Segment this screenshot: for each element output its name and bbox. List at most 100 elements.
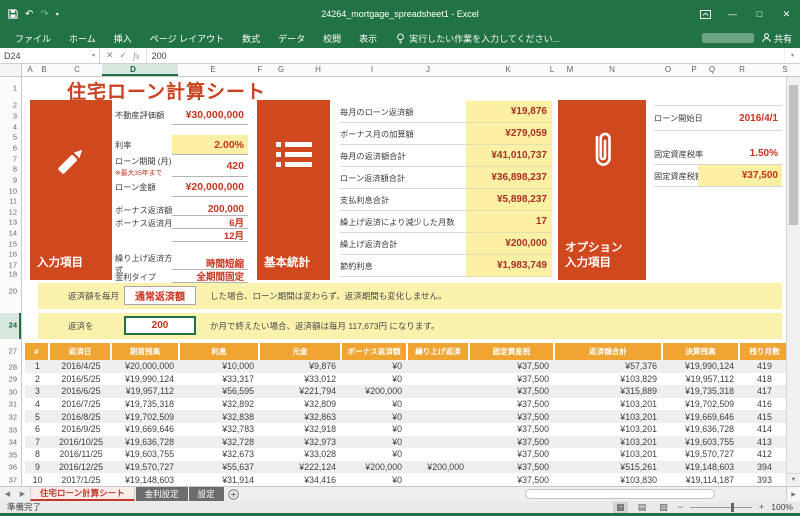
stat-value[interactable]: ¥5,898,237 bbox=[466, 189, 552, 211]
column-header-E[interactable]: E bbox=[210, 65, 215, 74]
column-header-A[interactable]: A bbox=[27, 65, 32, 74]
table-row[interactable]: 102017/1/25¥19,148,603¥31,914¥34,416¥0¥3… bbox=[25, 473, 786, 486]
column-header-D[interactable]: D bbox=[130, 65, 136, 74]
column-header-B[interactable]: B bbox=[41, 65, 46, 74]
ribbon-tab-0[interactable]: ファイル bbox=[6, 28, 60, 48]
row-header-5[interactable]: 5 bbox=[13, 133, 17, 142]
row-header-7[interactable]: 7 bbox=[13, 155, 17, 164]
ribbon-tab-4[interactable]: 数式 bbox=[233, 28, 269, 48]
stat-value[interactable]: ¥200,000 bbox=[466, 233, 552, 255]
row-header-16[interactable]: 16 bbox=[9, 250, 17, 259]
vertical-scrollbar-thumb[interactable] bbox=[789, 85, 798, 225]
cancel-formula-icon[interactable]: ✕ bbox=[106, 50, 114, 61]
row-header-8[interactable]: 8 bbox=[13, 165, 17, 174]
scroll-down-icon[interactable]: ▼ bbox=[787, 473, 800, 486]
column-header-O[interactable]: O bbox=[665, 65, 671, 74]
column-header-N[interactable]: N bbox=[609, 65, 615, 74]
stat-value[interactable]: 17 bbox=[466, 211, 552, 233]
column-header-C[interactable]: C bbox=[74, 65, 80, 74]
column-header-F[interactable]: F bbox=[258, 65, 263, 74]
close-button[interactable]: ✕ bbox=[773, 0, 800, 28]
row-header-1[interactable]: 1 bbox=[13, 84, 17, 93]
sheet-nav-left-icon[interactable]: ◀ bbox=[0, 487, 15, 501]
maximize-button[interactable]: □ bbox=[746, 0, 773, 28]
minimize-button[interactable]: — bbox=[719, 0, 746, 28]
zoom-out-button[interactable]: − bbox=[678, 502, 683, 512]
table-row[interactable]: 82016/11/25¥19,603,755¥32,673¥33,028¥0¥3… bbox=[25, 448, 786, 461]
ribbon-tab-1[interactable]: ホーム bbox=[60, 28, 105, 48]
banner-input-cell[interactable]: 通常返済額 bbox=[124, 286, 196, 305]
tell-me-box[interactable]: 実行したい作業を入力してください... bbox=[396, 32, 560, 45]
row-header-30[interactable]: 30 bbox=[9, 388, 17, 397]
enter-formula-icon[interactable]: ✓ bbox=[120, 50, 128, 61]
stat-value[interactable]: ¥36,898,237 bbox=[466, 167, 552, 189]
row-header-36[interactable]: 36 bbox=[9, 463, 17, 472]
row-header-31[interactable]: 31 bbox=[9, 400, 17, 409]
user-account[interactable] bbox=[702, 33, 754, 43]
worksheet[interactable]: 住宅ローン計算シート 入力項目 基本統計 bbox=[22, 77, 786, 486]
sheet-tab-1[interactable]: 金利設定 bbox=[136, 487, 188, 501]
page-layout-view-icon[interactable]: ▤ bbox=[635, 502, 650, 513]
row-header-29[interactable]: 29 bbox=[9, 375, 17, 384]
row-header-37[interactable]: 37 bbox=[9, 476, 17, 485]
zoom-in-button[interactable]: + bbox=[759, 502, 764, 512]
input-field-value[interactable]: 12月 bbox=[172, 229, 248, 242]
row-header-35[interactable]: 35 bbox=[9, 451, 17, 460]
scroll-right-icon[interactable]: ▶ bbox=[786, 487, 800, 501]
zoom-slider[interactable] bbox=[690, 507, 752, 508]
zoom-slider-thumb[interactable] bbox=[731, 503, 734, 512]
banner-input-cell[interactable]: 200 bbox=[124, 316, 196, 335]
ribbon-display-options-icon[interactable] bbox=[692, 0, 719, 28]
save-icon[interactable] bbox=[8, 9, 18, 19]
stat-value[interactable]: ¥19,876 bbox=[466, 101, 552, 123]
ribbon-tab-7[interactable]: 表示 bbox=[350, 28, 386, 48]
sheet-tab-0[interactable]: 住宅ローン計算シート bbox=[30, 487, 135, 501]
redo-icon[interactable]: ↷ bbox=[40, 9, 48, 20]
table-row[interactable]: 22016/5/25¥19,990,124¥33,317¥33,012¥0¥37… bbox=[25, 373, 786, 386]
row-header-10[interactable]: 10 bbox=[9, 187, 17, 196]
page-break-view-icon[interactable]: ▨ bbox=[656, 502, 671, 513]
column-header-P[interactable]: P bbox=[691, 65, 696, 74]
ribbon-tab-2[interactable]: 挿入 bbox=[105, 28, 141, 48]
table-row[interactable]: 62016/9/25¥19,669,646¥32,783¥32,918¥0¥37… bbox=[25, 423, 786, 436]
column-header-G[interactable]: G bbox=[278, 65, 284, 74]
input-field-value[interactable]: ¥30,000,000 bbox=[172, 105, 248, 125]
new-sheet-button[interactable] bbox=[225, 487, 243, 501]
row-header-4[interactable]: 4 bbox=[13, 123, 17, 132]
qat-dropdown-icon[interactable]: ▾ bbox=[56, 11, 59, 18]
table-row[interactable]: 12016/4/25¥20,000,000¥10,000¥9,876¥0¥37,… bbox=[25, 360, 786, 373]
row-header-17[interactable]: 17 bbox=[9, 261, 17, 270]
row-header-11[interactable]: 11 bbox=[9, 197, 17, 206]
vertical-scrollbar[interactable]: ▼ bbox=[786, 77, 800, 486]
ribbon-tab-6[interactable]: 校閲 bbox=[314, 28, 350, 48]
row-header-20[interactable]: 20 bbox=[9, 287, 17, 296]
option-value[interactable]: ¥37,500 bbox=[698, 165, 782, 187]
column-header-Q[interactable]: Q bbox=[709, 65, 715, 74]
column-headers[interactable]: ABCDEFGHIJKLMNOPQRS bbox=[0, 64, 800, 77]
row-header-33[interactable]: 33 bbox=[9, 426, 17, 435]
input-field-value[interactable]: 全期間固定 bbox=[172, 270, 248, 283]
formula-input[interactable]: 200 bbox=[147, 48, 784, 63]
column-header-L[interactable]: L bbox=[550, 65, 554, 74]
undo-icon[interactable]: ↶ bbox=[25, 9, 33, 20]
table-row[interactable]: 72016/10/25¥19,636,728¥32,728¥32,973¥0¥3… bbox=[25, 436, 786, 449]
row-header-12[interactable]: 12 bbox=[9, 208, 17, 217]
insert-function-icon[interactable]: fx bbox=[133, 51, 140, 61]
row-header-6[interactable]: 6 bbox=[13, 144, 17, 153]
input-field-value[interactable]: 2.00% bbox=[172, 135, 248, 155]
table-row[interactable]: 52016/8/25¥19,702,509¥32,838¥32,863¥0¥37… bbox=[25, 410, 786, 423]
row-header-24[interactable]: 24 bbox=[9, 321, 17, 330]
row-header-27[interactable]: 27 bbox=[9, 347, 17, 356]
option-value[interactable]: 1.50% bbox=[698, 143, 782, 165]
horizontal-scrollbar[interactable] bbox=[243, 487, 786, 501]
row-header-13[interactable]: 13 bbox=[9, 218, 17, 227]
column-header-I[interactable]: I bbox=[371, 65, 373, 74]
row-header-32[interactable]: 32 bbox=[9, 413, 17, 422]
row-header-18[interactable]: 18 bbox=[9, 270, 17, 279]
row-header-15[interactable]: 15 bbox=[9, 240, 17, 249]
name-box-dropdown-icon[interactable]: ▾ bbox=[92, 52, 95, 59]
stat-value[interactable]: ¥41,010,737 bbox=[466, 145, 552, 167]
table-row[interactable]: 32016/6/25¥19,957,112¥56,595¥221,794¥200… bbox=[25, 385, 786, 398]
column-header-J[interactable]: J bbox=[426, 65, 430, 74]
ribbon-tab-5[interactable]: データ bbox=[269, 28, 314, 48]
